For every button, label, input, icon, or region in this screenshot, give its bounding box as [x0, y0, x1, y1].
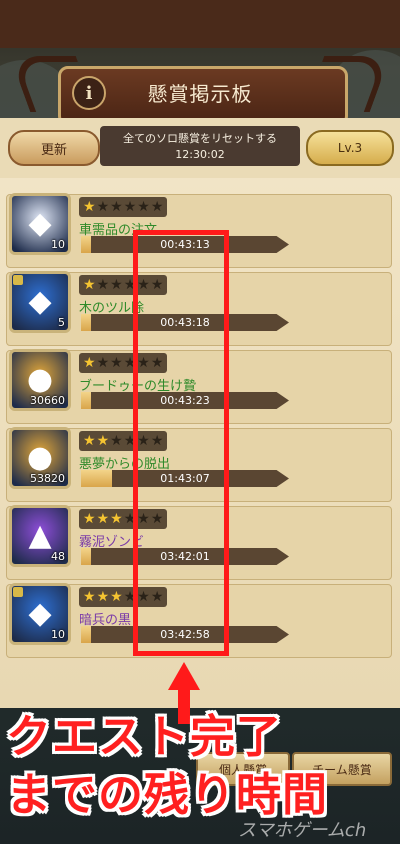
reward-glyph: ◆	[28, 284, 52, 319]
reward-count: 48	[51, 550, 65, 563]
star-icon: ★	[96, 355, 110, 371]
star-icon: ★	[96, 511, 110, 527]
reward-count: 10	[51, 628, 65, 641]
top-bar	[0, 0, 400, 48]
overlay-caption-line1: クエスト完了	[6, 710, 283, 763]
star-icon: ★	[110, 199, 123, 215]
diamond-icon[interactable]: ◆ 10	[9, 193, 71, 255]
level-button[interactable]: Lv.3	[306, 130, 394, 166]
star-icon: ★	[96, 199, 110, 215]
star-icon: ★	[150, 199, 164, 215]
star-icon: ★	[96, 589, 110, 605]
reward-glyph: ●	[26, 440, 54, 475]
puzzle-piece-icon	[13, 275, 23, 285]
star-icon: ★	[137, 199, 150, 215]
star-icon: ★	[96, 277, 110, 293]
watermark: スマホゲームch	[238, 820, 367, 841]
gold-coin-icon[interactable]: ● 30660	[9, 349, 71, 411]
star-icon: ★	[110, 511, 123, 527]
reward-glyph: ◆	[28, 206, 52, 241]
purple-crystal-icon[interactable]: ▲ 48	[9, 505, 71, 567]
reward-count: 10	[51, 238, 65, 251]
star-icon: ★	[83, 589, 96, 605]
star-icon: ★	[83, 277, 96, 293]
puzzle-piece-icon	[13, 587, 23, 597]
star-icon: ★	[96, 433, 110, 449]
highlight-box	[133, 230, 229, 656]
star-icon: ★	[110, 433, 123, 449]
page-title: 懸賞掲示板	[147, 82, 253, 106]
star-icon: ★	[110, 277, 123, 293]
reset-label: 全てのソロ懸賞をリセットする	[123, 132, 277, 145]
star-icon: ★	[110, 355, 123, 371]
reset-timer: 12:30:02	[175, 148, 225, 161]
star-icon: ★	[83, 433, 96, 449]
star-icon: ★	[123, 199, 137, 215]
overlay-caption-line2: までの残り時間	[6, 768, 329, 821]
crystal-icon[interactable]: ◆ 5	[9, 271, 71, 333]
quest-name: 暗兵の黒	[79, 613, 132, 628]
star-icon: ★	[83, 511, 96, 527]
reward-glyph: ●	[26, 362, 54, 397]
reset-info: 全てのソロ懸賞をリセットする 12:30:02	[100, 126, 300, 166]
arrow-up-icon	[168, 662, 200, 690]
star-icon: ★	[83, 355, 96, 371]
reward-count: 30660	[30, 394, 65, 407]
reward-glyph: ◆	[28, 596, 52, 631]
reward-count: 5	[58, 316, 65, 329]
update-button[interactable]: 更新	[8, 130, 100, 166]
star-icon: ★	[110, 589, 123, 605]
info-icon[interactable]: i	[72, 76, 106, 110]
star-icon: ★	[83, 199, 96, 215]
reward-count: 53820	[30, 472, 65, 485]
gold-coin-icon[interactable]: ● 53820	[9, 427, 71, 489]
crystal-icon[interactable]: ◆ 10	[9, 583, 71, 645]
star-rating: ★ ★ ★ ★ ★ ★	[79, 197, 168, 217]
reward-glyph: ▲	[28, 518, 52, 553]
